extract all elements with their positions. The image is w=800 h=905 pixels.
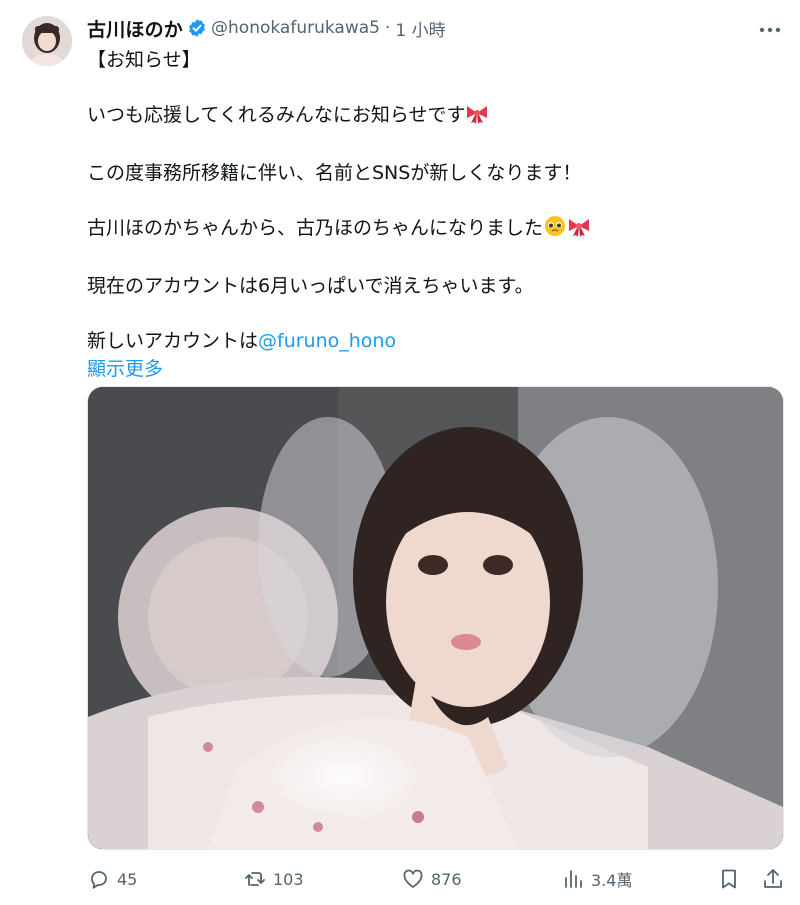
tweet-line: この度事務所移籍に伴い、名前とSNSが新しくなります！ [87,162,582,184]
bookmark-icon [722,869,736,889]
more-horizontal-icon[interactable] [756,18,784,42]
share-button[interactable] [761,860,791,898]
repost-button[interactable]: 103 [243,860,304,898]
mention-link[interactable]: @furuno_hono [258,330,396,352]
avatar[interactable] [22,16,72,66]
timestamp[interactable]: 1 小時 [395,16,445,41]
reply-button[interactable]: 45 [87,860,137,898]
like-count: 876 [431,869,462,889]
tweet[interactable]: 古川ほのか @honokafurukawa5 · 1 小時 【お知らせ】 いつも… [0,0,800,905]
bookmark-button[interactable] [717,860,747,898]
tweet-header: 古川ほのか @honokafurukawa5 · 1 小時 [87,14,446,42]
repost-count: 103 [273,869,304,889]
tweet-line: 【お知らせ】 [87,49,201,71]
tweet-line: いつも応援してくれるみんなにお知らせです [87,101,777,132]
tweet-line: 現在のアカウントは6月いっぱいで消えちゃいます。 [87,275,534,297]
ribbon-emoji [465,102,489,132]
tweet-photo[interactable] [87,386,784,850]
repost-icon [245,872,265,886]
heart-icon [403,869,423,888]
views-count: 3.4萬 [591,871,633,890]
separator-dot: · [384,18,391,38]
action-bar: 45 103 876 3.4萬 [87,860,787,898]
pleading-face-emoji [543,215,567,245]
reply-icon [91,871,107,889]
tweet-text: 【お知らせ】 いつも応援してくれるみんなにお知らせです この度事務所移籍に伴い、… [87,46,777,383]
reply-count: 45 [117,869,138,889]
show-more-link[interactable]: 顯示更多 [87,355,777,383]
like-button[interactable]: 876 [401,860,462,898]
tweet-line: 新しいアカウントは@furuno_hono [87,330,397,352]
views-button[interactable]: 3.4萬 [561,860,632,898]
bar-chart-icon [565,870,582,888]
handle[interactable]: @honokafurukawa5 [211,18,380,38]
share-icon [764,869,782,888]
ribbon-emoji [567,215,591,245]
tweet-line: 古川ほのかちゃんから、古乃ほのちゃんになりました [87,214,777,245]
verified-badge-icon [189,19,205,37]
display-name[interactable]: 古川ほのか [87,15,183,42]
